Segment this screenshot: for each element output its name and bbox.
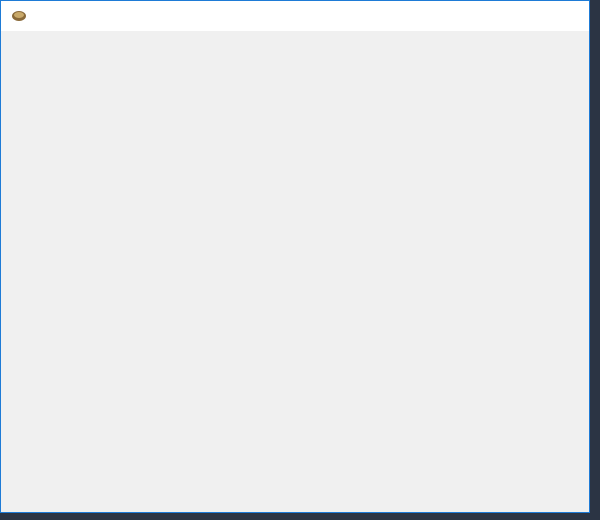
minimize-button[interactable] [497,1,543,31]
title-bar [1,1,589,31]
app-window [0,0,590,513]
app-disk-icon [12,11,26,21]
